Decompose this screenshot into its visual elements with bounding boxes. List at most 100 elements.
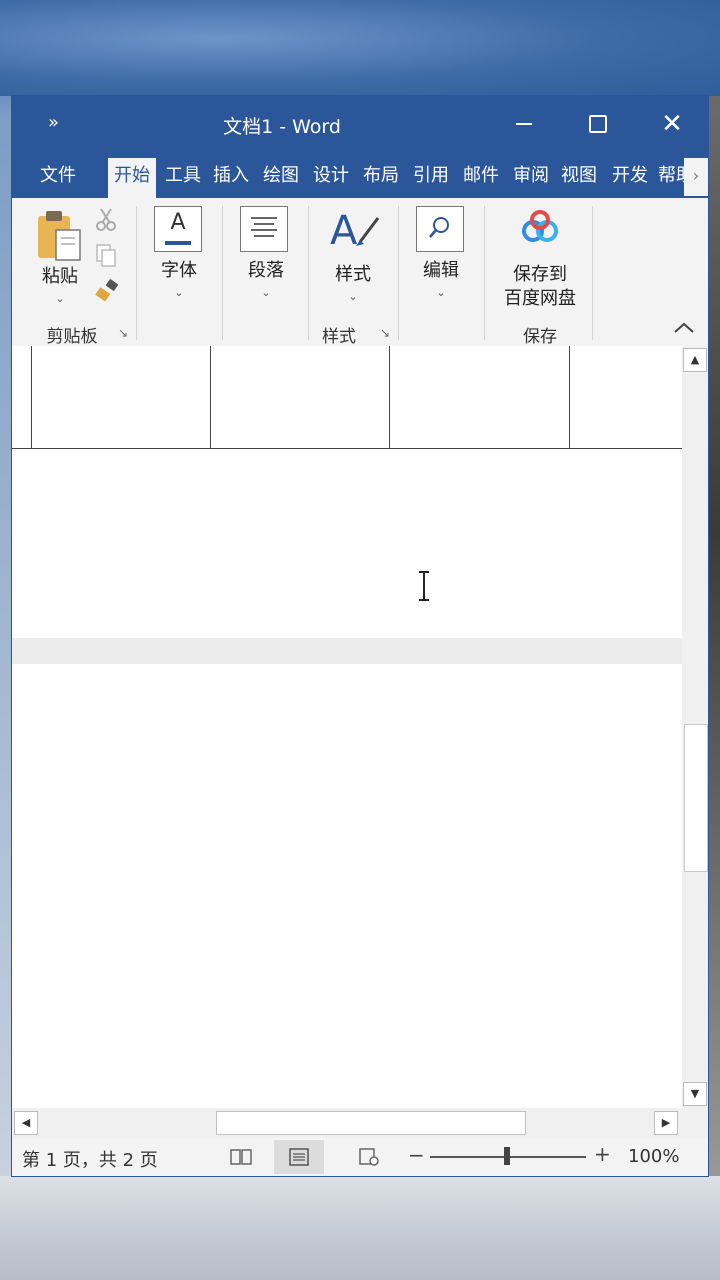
web-layout-icon <box>359 1148 379 1166</box>
group-separator <box>136 206 137 340</box>
horizontal-scroll-thumb[interactable] <box>216 1111 526 1135</box>
triangle-down-icon: ▼ <box>690 1087 700 1100</box>
scrollbar-corner <box>682 1108 708 1138</box>
chevron-down-icon: ⌄ <box>174 286 184 299</box>
tab-mailings[interactable]: 邮件 <box>460 158 502 198</box>
table-cell-border <box>210 346 211 448</box>
tab-scroll-right-button[interactable]: › <box>684 158 708 196</box>
tab-insert[interactable]: 插入 <box>210 158 252 198</box>
vertical-scroll-thumb[interactable] <box>684 724 708 872</box>
font-icon: A <box>154 206 202 252</box>
format-painter-button[interactable] <box>94 278 120 306</box>
font-button[interactable]: A 字体 ⌄ <box>148 202 210 312</box>
print-layout-button[interactable] <box>274 1140 324 1174</box>
tab-help[interactable]: 帮助 <box>658 158 684 198</box>
chevron-down-icon: ⌄ <box>436 286 446 299</box>
table-cell-border <box>569 346 570 448</box>
tab-developer[interactable]: 开发 <box>608 158 652 198</box>
group-separator <box>308 206 309 340</box>
tab-view[interactable]: 视图 <box>558 158 600 198</box>
save-label-line1: 保存到 <box>513 264 567 285</box>
web-layout-button[interactable] <box>344 1140 394 1174</box>
close-button[interactable]: ✕ <box>652 106 692 142</box>
styles-button[interactable]: A 样式 ⌄ <box>320 202 386 312</box>
paste-label: 粘贴 <box>42 266 78 287</box>
ribbon: 粘贴 ⌄ 剪贴板 ↘ A 字体 ⌄ 段落 ⌄ A 样式 ⌄ 样式 ↘ 编辑 ⌄ … <box>12 198 708 347</box>
word-window: » 文档1 - Word ✕ 文件 开始 工具 插入 绘图 设计 布局 引用 邮… <box>12 96 708 1176</box>
read-mode-button[interactable] <box>216 1140 266 1174</box>
styles-icon: A <box>330 208 380 254</box>
zoom-in-button[interactable]: + <box>594 1142 611 1166</box>
scissors-icon <box>96 208 116 231</box>
triangle-right-icon: ▶ <box>661 1116 671 1129</box>
tab-review[interactable]: 审阅 <box>510 158 552 198</box>
group-separator <box>222 206 223 340</box>
tab-draw[interactable]: 绘图 <box>260 158 302 198</box>
book-icon <box>230 1149 252 1165</box>
document-canvas[interactable] <box>12 346 682 1108</box>
styles-launcher-icon[interactable]: ↘ <box>380 326 390 340</box>
zoom-slider-thumb[interactable] <box>504 1147 510 1165</box>
horizontal-scrollbar[interactable]: ◀ ▶ <box>12 1108 682 1138</box>
paragraph-icon <box>240 206 288 252</box>
text-cursor-icon <box>419 571 429 601</box>
page-count-status[interactable]: 第 1 页，共 2 页 <box>22 1146 158 1172</box>
styles-label: 样式 <box>335 264 371 285</box>
save-to-baidu-button[interactable]: 保存到 百度网盘 <box>496 202 584 314</box>
table-row[interactable] <box>12 346 682 449</box>
tab-home[interactable]: 开始 <box>108 158 156 198</box>
triangle-up-icon: ▲ <box>690 353 700 366</box>
table-cell-border <box>389 346 390 448</box>
tab-layout[interactable]: 布局 <box>360 158 402 198</box>
clipboard-group-label: 剪贴板 <box>46 327 98 347</box>
chevron-right-icon: › <box>692 166 700 185</box>
paragraph-label: 段落 <box>248 260 284 281</box>
triangle-left-icon: ◀ <box>21 1116 31 1129</box>
maximize-icon <box>589 115 607 133</box>
baidu-netdisk-icon <box>522 210 558 242</box>
close-icon: ✕ <box>661 109 683 139</box>
title-bar[interactable]: » 文档1 - Word ✕ <box>12 96 708 152</box>
save-group-label: 保存 <box>523 327 557 347</box>
paste-icon <box>38 211 81 261</box>
page-icon <box>289 1148 309 1166</box>
chevron-up-icon <box>674 322 694 333</box>
tab-design[interactable]: 设计 <box>310 158 352 198</box>
svg-text:A: A <box>330 208 358 254</box>
search-icon <box>416 206 464 252</box>
tab-references[interactable]: 引用 <box>410 158 452 198</box>
scroll-down-button[interactable]: ▼ <box>683 1082 707 1106</box>
scroll-right-button[interactable]: ▶ <box>654 1111 678 1135</box>
window-title: 文档1 - Word <box>223 116 341 138</box>
cut-button[interactable] <box>94 206 120 234</box>
tab-file[interactable]: 文件 <box>28 158 88 198</box>
maximize-button[interactable] <box>578 106 618 142</box>
editing-button[interactable]: 编辑 ⌄ <box>410 202 472 312</box>
copy-icon <box>96 244 116 267</box>
chevron-down-icon: ⌄ <box>348 290 358 303</box>
font-label: 字体 <box>161 260 197 281</box>
collapse-ribbon-button[interactable] <box>670 316 698 340</box>
group-separator <box>398 206 399 340</box>
scroll-left-button[interactable]: ◀ <box>14 1111 38 1135</box>
chevron-down-icon: ⌄ <box>55 292 65 305</box>
minimize-button[interactable] <box>504 106 544 142</box>
copy-button[interactable] <box>94 242 120 270</box>
clipboard-launcher-icon[interactable]: ↘ <box>118 326 128 340</box>
status-bar: 第 1 页，共 2 页 − + 100% <box>12 1138 708 1176</box>
group-separator <box>484 206 485 340</box>
editing-label: 编辑 <box>423 260 459 281</box>
chevron-down-icon: ⌄ <box>261 286 271 299</box>
vertical-scrollbar[interactable]: ▲ ▼ <box>682 346 708 1108</box>
ribbon-tabs: 文件 开始 工具 插入 绘图 设计 布局 引用 邮件 审阅 视图 开发 帮助 › <box>12 152 708 198</box>
page-break-gap <box>12 638 682 664</box>
tab-tools[interactable]: 工具 <box>160 158 206 198</box>
zoom-level[interactable]: 100% <box>628 1146 679 1167</box>
styles-group-label: 样式 <box>322 327 356 347</box>
save-label-line2: 百度网盘 <box>504 288 576 309</box>
desktop-background-right <box>708 96 720 1186</box>
zoom-out-button[interactable]: − <box>408 1143 425 1167</box>
paragraph-button[interactable]: 段落 ⌄ <box>234 202 298 312</box>
scroll-up-button[interactable]: ▲ <box>683 348 707 372</box>
desktop-background <box>0 0 720 96</box>
